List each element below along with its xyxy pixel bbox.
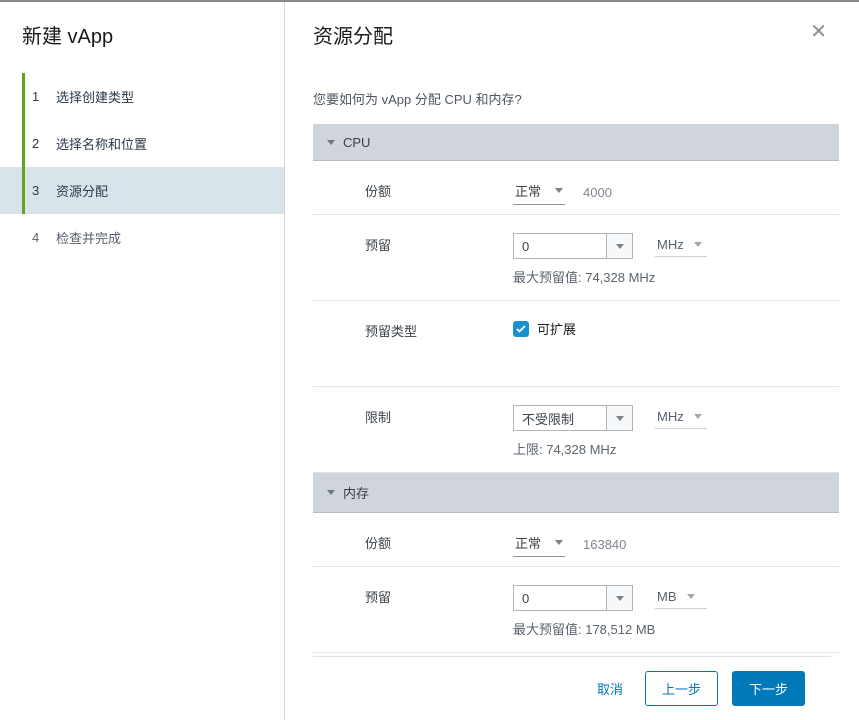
chevron-down-icon <box>327 490 335 495</box>
chevron-down-icon <box>687 594 695 599</box>
cpu-limit-label: 限制 <box>365 405 513 426</box>
cpu-expandable-checkbox[interactable] <box>513 321 529 337</box>
cpu-reservation-field[interactable] <box>514 234 606 258</box>
cpu-limit-dropdown-button[interactable] <box>606 406 632 430</box>
memory-reservation-row: 预留 MB 最大预留值: 178,512 MB <box>313 567 839 653</box>
cpu-reservation-type-controls: 可扩展 <box>513 319 839 338</box>
cpu-reservation-unit: MHz <box>657 237 684 252</box>
new-vapp-dialog: 新建 vApp 1 选择创建类型 2 选择名称和位置 3 资源分配 <box>0 0 859 720</box>
controls-line: 正常 163840 <box>513 531 839 557</box>
close-icon[interactable]: ✕ <box>806 20 831 44</box>
wizard-sidebar: 新建 vApp 1 选择创建类型 2 选择名称和位置 3 资源分配 <box>0 2 285 720</box>
step-marker <box>22 120 25 167</box>
cpu-reservation-hint: 最大预留值: 74,328 MHz <box>513 267 839 286</box>
memory-reservation-field[interactable] <box>514 586 606 610</box>
cpu-shares-controls: 正常 4000 <box>513 179 839 205</box>
cpu-shares-value: 4000 <box>577 183 618 202</box>
chevron-down-icon <box>616 596 624 601</box>
memory-shares-select[interactable]: 正常 <box>513 531 565 557</box>
chevron-down-icon <box>555 188 563 193</box>
wizard-main: 资源分配 ✕ 您要如何为 vApp 分配 CPU 和内存? CPU 份额 正常 <box>285 2 859 720</box>
memory-reservation-label: 预留 <box>365 585 513 606</box>
step-number: 3 <box>32 183 50 198</box>
cpu-reservation-type-label: 预留类型 <box>365 319 513 340</box>
step-label: 资源分配 <box>50 181 108 200</box>
cpu-limit-input[interactable] <box>513 405 633 431</box>
memory-shares-controls: 正常 163840 <box>513 531 839 557</box>
dialog-body: 新建 vApp 1 选择创建类型 2 选择名称和位置 3 资源分配 <box>0 2 859 720</box>
memory-shares-row: 份额 正常 163840 <box>313 513 839 567</box>
wizard-footer: 取消 上一步 下一步 <box>313 656 831 720</box>
main-header: 资源分配 ✕ <box>313 20 831 49</box>
cpu-reservation-dropdown-button[interactable] <box>606 234 632 258</box>
cancel-button[interactable]: 取消 <box>589 673 631 704</box>
step-marker <box>22 73 25 120</box>
chevron-down-icon <box>694 242 702 247</box>
wizard-title: 新建 vApp <box>0 20 284 71</box>
memory-reservation-input[interactable] <box>513 585 633 611</box>
controls-line: MHz <box>513 405 839 431</box>
memory-reservation-controls: MB 最大预留值: 178,512 MB <box>513 585 839 638</box>
cpu-limit-hint: 上限: 74,328 MHz <box>513 439 839 458</box>
page-subtitle: 您要如何为 vApp 分配 CPU 和内存? <box>313 89 831 108</box>
cpu-reservation-unit-select[interactable]: MHz <box>655 235 707 257</box>
cpu-reservation-type-row: 预留类型 可扩展 <box>313 301 839 387</box>
next-button[interactable]: 下一步 <box>732 671 805 706</box>
step-review-complete[interactable]: 4 检查并完成 <box>0 214 284 261</box>
form-scroll-area[interactable]: CPU 份额 正常 4000 预留 <box>313 124 839 656</box>
cpu-limit-field[interactable] <box>514 406 606 430</box>
page-title: 资源分配 <box>313 20 393 49</box>
cpu-expandable-label: 可扩展 <box>537 319 576 338</box>
step-label: 检查并完成 <box>50 228 121 247</box>
memory-reservation-dropdown-button[interactable] <box>606 586 632 610</box>
controls-line: 正常 4000 <box>513 179 839 205</box>
cpu-shares-row: 份额 正常 4000 <box>313 161 839 215</box>
step-number: 4 <box>32 230 50 245</box>
cpu-shares-select-value: 正常 <box>515 181 541 200</box>
memory-reservation-unit-select[interactable]: MB <box>655 587 707 609</box>
chevron-down-icon <box>327 140 335 145</box>
step-marker <box>22 167 25 214</box>
cpu-shares-label: 份额 <box>365 179 513 200</box>
chevron-down-icon <box>694 414 702 419</box>
cpu-limit-row: 限制 MHz 上限: 74,328 MHz <box>313 387 839 473</box>
cpu-limit-unit: MHz <box>657 409 684 424</box>
memory-section-label: 内存 <box>343 483 369 502</box>
step-number: 1 <box>32 89 50 104</box>
back-button[interactable]: 上一步 <box>645 671 718 706</box>
cpu-shares-select[interactable]: 正常 <box>513 179 565 205</box>
cpu-expandable-checkbox-wrap: 可扩展 <box>513 319 839 338</box>
cpu-reservation-row: 预留 MHz 最大预留值: 74,328 MHz <box>313 215 839 301</box>
memory-reservation-hint: 最大预留值: 178,512 MB <box>513 619 839 638</box>
step-resource-allocation[interactable]: 3 资源分配 <box>0 167 284 214</box>
cpu-reservation-label: 预留 <box>365 233 513 254</box>
cpu-reservation-input[interactable] <box>513 233 633 259</box>
step-create-type[interactable]: 1 选择创建类型 <box>0 73 284 120</box>
controls-line: MHz <box>513 233 839 259</box>
memory-shares-value: 163840 <box>577 535 632 554</box>
chevron-down-icon <box>616 244 624 249</box>
step-name-location[interactable]: 2 选择名称和位置 <box>0 120 284 167</box>
cpu-reservation-controls: MHz 最大预留值: 74,328 MHz <box>513 233 839 286</box>
step-number: 2 <box>32 136 50 151</box>
step-label: 选择创建类型 <box>50 87 134 106</box>
memory-shares-label: 份额 <box>365 531 513 552</box>
controls-line: MB <box>513 585 839 611</box>
wizard-steps: 1 选择创建类型 2 选择名称和位置 3 资源分配 4 检查并完成 <box>0 73 284 261</box>
cpu-section-header[interactable]: CPU <box>313 125 839 161</box>
memory-section-header[interactable]: 内存 <box>313 473 839 513</box>
step-label: 选择名称和位置 <box>50 134 147 153</box>
memory-reservation-unit: MB <box>657 589 677 604</box>
memory-shares-select-value: 正常 <box>515 533 541 552</box>
chevron-down-icon <box>616 416 624 421</box>
check-icon <box>516 325 526 333</box>
cpu-section-label: CPU <box>343 135 370 150</box>
cpu-limit-controls: MHz 上限: 74,328 MHz <box>513 405 839 458</box>
cpu-limit-unit-select[interactable]: MHz <box>655 407 707 429</box>
chevron-down-icon <box>555 540 563 545</box>
